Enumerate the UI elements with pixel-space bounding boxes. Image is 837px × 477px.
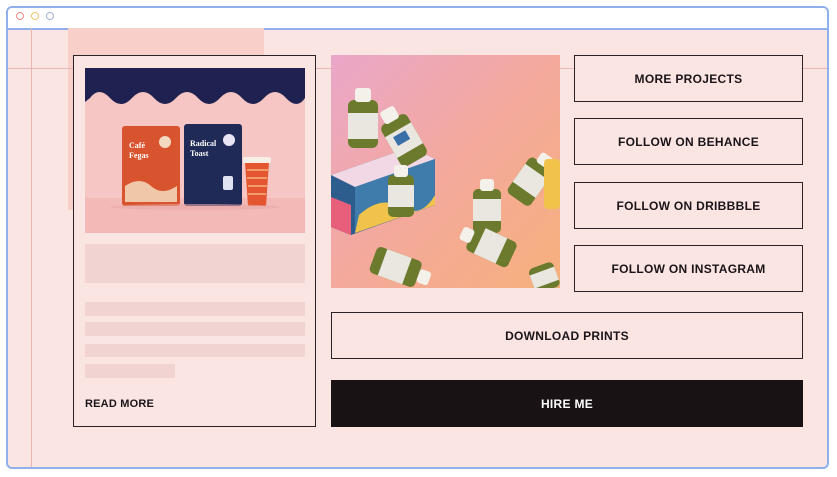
browser-window: Café Fegas Radical Toast READ MORE MORE … <box>6 6 829 469</box>
juice-bottles-photo <box>331 55 560 288</box>
follow-behance-button[interactable]: FOLLOW ON BEHANCE <box>574 118 803 165</box>
vertical-guide-line <box>31 28 32 467</box>
svg-text:Café: Café <box>129 141 145 150</box>
text-placeholder-line <box>85 302 305 316</box>
minimize-dot-icon[interactable] <box>31 12 39 20</box>
download-prints-button[interactable]: DOWNLOAD PRINTS <box>331 312 803 359</box>
text-placeholder-line <box>85 364 175 378</box>
close-dot-icon[interactable] <box>16 12 24 20</box>
svg-text:Toast: Toast <box>190 149 209 158</box>
hire-me-button[interactable]: HIRE ME <box>331 380 803 427</box>
more-projects-button[interactable]: MORE PROJECTS <box>574 55 803 102</box>
follow-dribbble-button[interactable]: FOLLOW ON DRIBBBLE <box>574 182 803 229</box>
project-card: Café Fegas Radical Toast READ MORE <box>73 55 316 427</box>
svg-text:Radical: Radical <box>190 139 217 148</box>
follow-instagram-button[interactable]: FOLLOW ON INSTAGRAM <box>574 245 803 292</box>
maximize-dot-icon[interactable] <box>46 12 54 20</box>
title-placeholder <box>85 244 305 283</box>
coffee-product-photo: Café Fegas Radical Toast <box>85 68 305 233</box>
text-placeholder-line <box>85 344 305 357</box>
svg-text:Fegas: Fegas <box>129 151 149 160</box>
text-placeholder-line <box>85 322 305 336</box>
window-titlebar <box>8 8 827 30</box>
read-more-link[interactable]: READ MORE <box>85 398 154 410</box>
